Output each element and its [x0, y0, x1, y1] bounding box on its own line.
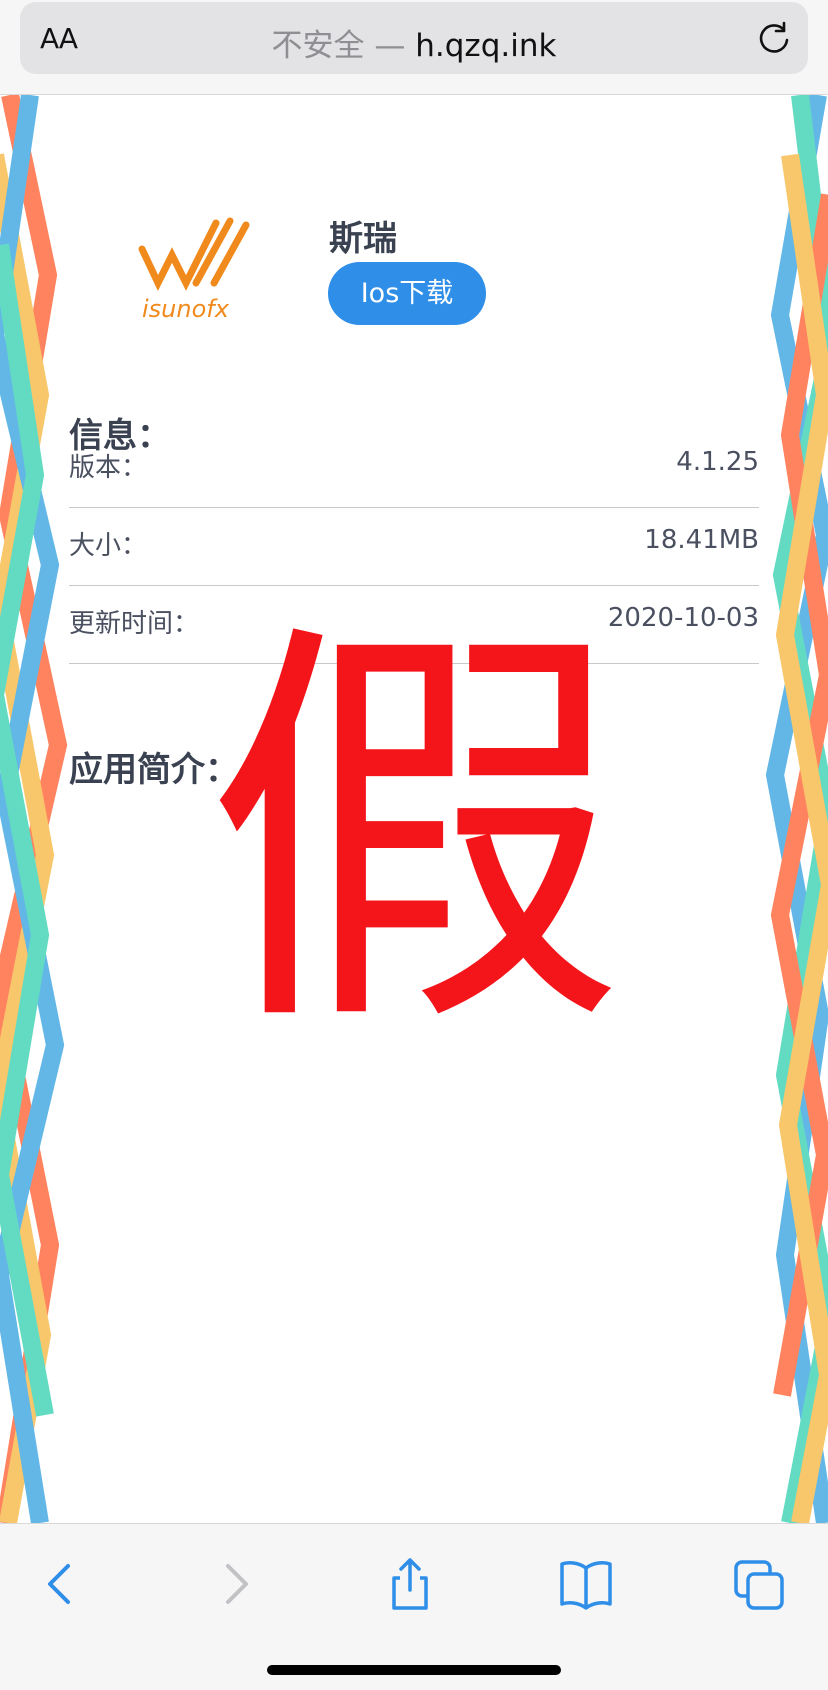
- info-value: 18.41MB: [644, 525, 759, 555]
- back-icon[interactable]: [30, 1554, 90, 1614]
- info-label: 大小：: [69, 531, 148, 561]
- info-label: 版本：: [69, 453, 148, 483]
- tabs-icon[interactable]: [730, 1554, 790, 1614]
- logo-text: isunofx: [142, 295, 230, 323]
- bookmarks-icon[interactable]: [556, 1554, 616, 1614]
- info-label: 更新时间：: [69, 609, 200, 639]
- info-row-version: 版本： 4.1.25: [69, 429, 759, 508]
- reload-icon[interactable]: [756, 20, 792, 56]
- app-logo: isunofx: [138, 217, 250, 323]
- fake-warning-overlay: 假: [205, 590, 625, 1079]
- home-indicator: [267, 1665, 561, 1675]
- ios-download-button[interactable]: Ios下载: [328, 262, 486, 325]
- forward-icon[interactable]: [206, 1554, 266, 1614]
- url-display[interactable]: 不安全 — h.qzq.ink: [20, 20, 808, 65]
- info-value: 4.1.25: [676, 447, 759, 477]
- browser-address-bar: AA 不安全 — h.qzq.ink: [0, 0, 828, 95]
- url-field[interactable]: AA 不安全 — h.qzq.ink: [20, 2, 808, 74]
- share-icon[interactable]: [380, 1554, 440, 1614]
- app-name: 斯瑞: [329, 219, 397, 259]
- security-label: 不安全 —: [271, 28, 406, 64]
- info-value: 2020-10-03: [607, 603, 759, 633]
- info-row-size: 大小： 18.41MB: [69, 507, 759, 586]
- domain-label: h.qzq.ink: [415, 28, 557, 64]
